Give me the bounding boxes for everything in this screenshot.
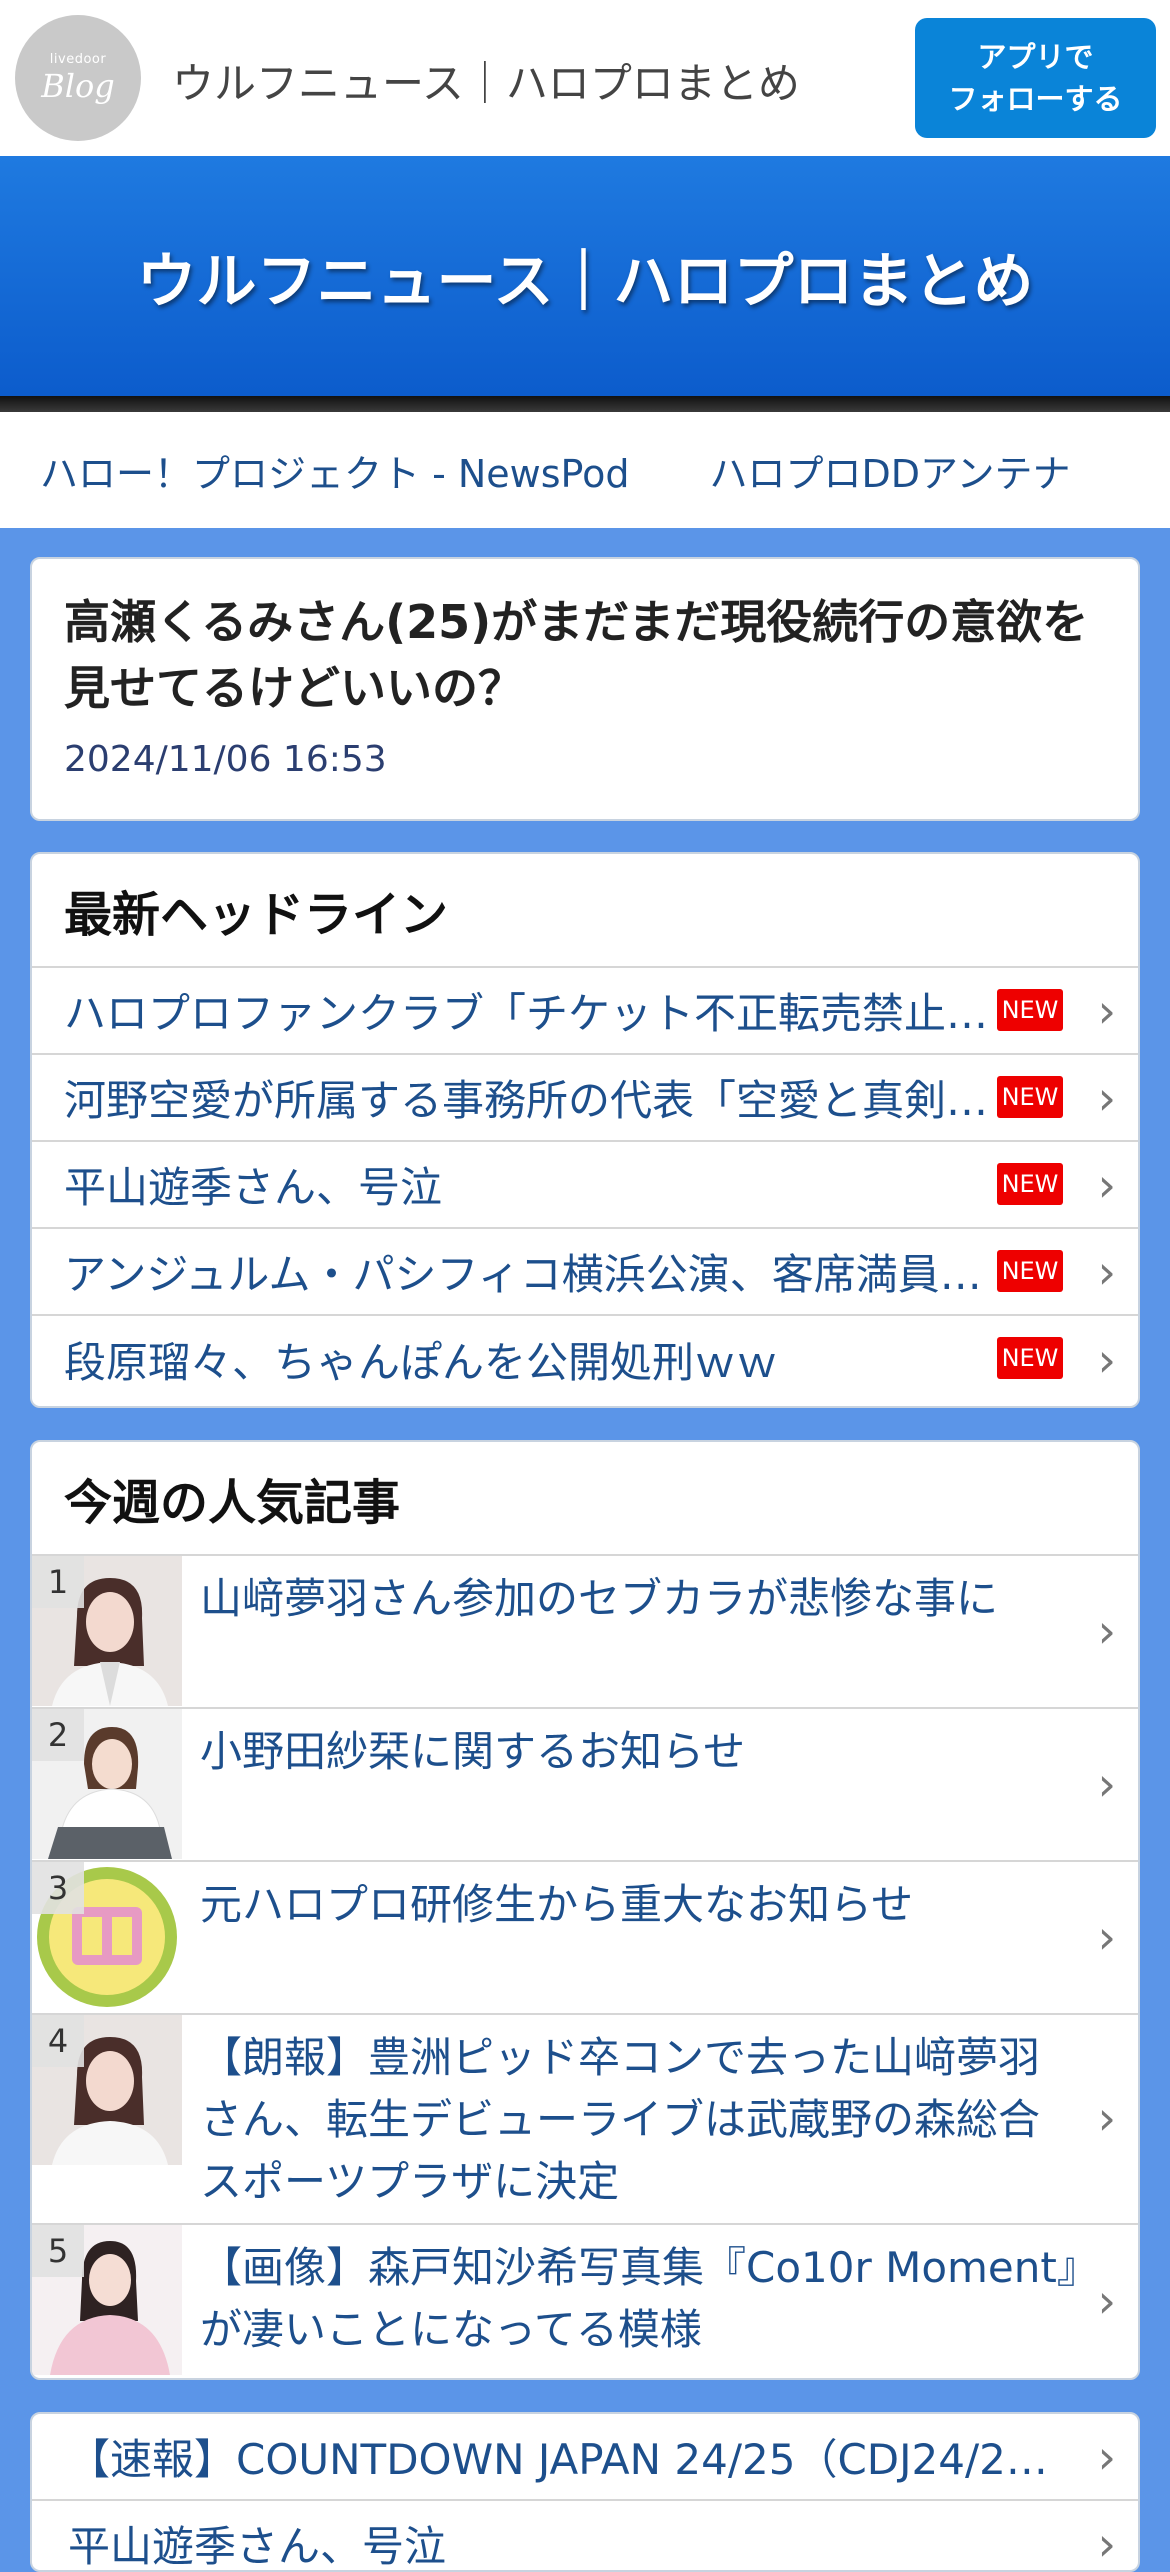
blog-banner[interactable]: ウルフニュース｜ハロプロまとめ: [0, 156, 1170, 396]
antenna-link-dd[interactable]: ハロプロDDアンテナ: [709, 443, 1070, 498]
article-header-card: 高瀬くるみさん(25)がまだまだ現役続行の意欲を見せてるけどいいの？ 2024/…: [30, 557, 1140, 821]
article-thumbnail: 1: [32, 1556, 182, 1706]
related-item[interactable]: 平山遊季さん、号泣 ›: [32, 2501, 1138, 2571]
headline-text: 河野空愛が所属する事務所の代表「空愛と真剣…: [64, 1076, 989, 1125]
chevron-right-icon: ›: [1097, 1756, 1116, 1811]
headline-text: 平山遊季さん、号泣: [64, 1163, 443, 1212]
banner-divider: [0, 396, 1170, 412]
follow-button-line1: アプリで: [977, 40, 1094, 74]
headline-text: アンジュルム・パシフィコ横浜公演、客席満員…: [64, 1250, 982, 1299]
follow-in-app-button[interactable]: アプリで フォローする: [915, 18, 1156, 138]
popular-item[interactable]: 5 【画像】森戸知沙希写真集『Co10r Moment』が凄いことになってる模様…: [32, 2225, 1138, 2378]
article-thumbnail: 5: [32, 2225, 182, 2375]
chevron-right-icon: ›: [1097, 1332, 1116, 1387]
chevron-right-icon: ›: [1097, 1070, 1116, 1125]
chevron-right-icon: ›: [1097, 1909, 1116, 1964]
related-item-text: 平山遊季さん、号泣: [68, 2522, 447, 2571]
rank-badge: 2: [32, 1709, 84, 1761]
popular-item[interactable]: 3 元ハロプロ研修生から重大なお知らせ ›: [32, 1862, 1138, 2015]
headline-item[interactable]: アンジュルム・パシフィコ横浜公演、客席満員… NEW ›: [32, 1229, 1138, 1316]
article-thumbnail: 2: [32, 1709, 182, 1859]
logo-small-text: livedoor: [49, 51, 107, 67]
headlines-heading: 最新ヘッドライン: [32, 854, 1138, 968]
new-badge: NEW: [997, 1250, 1063, 1292]
rank-badge: 3: [32, 1862, 84, 1914]
chevron-right-icon: ›: [1097, 2429, 1116, 2484]
popular-item-title: 元ハロプロ研修生から重大なお知らせ: [200, 1880, 914, 1929]
popular-item[interactable]: 4 【朗報】豊洲ピッド卒コンで去った山﨑夢羽さん、転生デビューライブは武蔵野の森…: [32, 2015, 1138, 2225]
popular-articles-card: 今週の人気記事 1 山﨑夢羽さん参加のセブカラが悲惨な事に › 2 小野田紗栞に…: [30, 1440, 1140, 2380]
headline-item[interactable]: ハロプロファンクラブ「チケット不正転売禁止… NEW ›: [32, 968, 1138, 1055]
rank-badge: 4: [32, 2015, 84, 2067]
rank-badge: 1: [32, 1556, 84, 1608]
popular-item[interactable]: 2 小野田紗栞に関するお知らせ ›: [32, 1709, 1138, 1862]
headline-text: ハロプロファンクラブ「チケット不正転売禁止…: [64, 989, 989, 1038]
chevron-right-icon: ›: [1097, 1603, 1116, 1658]
chevron-right-icon: ›: [1097, 2273, 1116, 2328]
banner-title: ウルフニュース｜ハロプロまとめ: [136, 246, 1034, 317]
article-thumbnail: 4: [32, 2015, 182, 2165]
new-badge: NEW: [997, 1076, 1063, 1118]
chevron-right-icon: ›: [1097, 2091, 1116, 2145]
new-badge: NEW: [997, 989, 1063, 1031]
popular-item-title: 小野田紗栞に関するお知らせ: [200, 1727, 746, 1776]
antenna-link-strip: ハロー！プロジェクト - NewsPod ハロプロDDアンテナ: [0, 412, 1170, 528]
popular-item[interactable]: 1 山﨑夢羽さん参加のセブカラが悲惨な事に ›: [32, 1556, 1138, 1709]
related-links-card: 【速報】COUNTDOWN JAPAN 24/25（CDJ24/2… › 平山遊…: [30, 2412, 1140, 2572]
headline-item[interactable]: 平山遊季さん、号泣 NEW ›: [32, 1142, 1138, 1229]
related-item-text: 【速報】COUNTDOWN JAPAN 24/25（CDJ24/2…: [68, 2435, 1048, 2484]
popular-item-title: 山﨑夢羽さん参加のセブカラが悲惨な事に: [200, 1574, 999, 1623]
rank-badge: 5: [32, 2225, 84, 2277]
logo-big-text: Blog: [41, 66, 115, 105]
headline-text: 段原瑠々、ちゃんぽんを公開処刑ｗｗ: [64, 1338, 779, 1387]
app-bar: livedoor Blog ウルフニュース｜ハロプロまとめ アプリで フォローす…: [0, 0, 1170, 156]
article-date: 2024/11/06 16:53: [64, 739, 387, 780]
article-thumbnail: 3: [32, 1862, 182, 2012]
new-badge: NEW: [997, 1337, 1063, 1379]
app-bar-title[interactable]: ウルフニュース｜ハロプロまとめ: [172, 50, 800, 111]
headline-item[interactable]: 河野空愛が所属する事務所の代表「空愛と真剣… NEW ›: [32, 1055, 1138, 1142]
antenna-link-newspod[interactable]: ハロー！プロジェクト - NewsPod: [40, 443, 629, 498]
new-badge: NEW: [997, 1163, 1063, 1205]
popular-heading: 今週の人気記事: [32, 1442, 1138, 1556]
chevron-right-icon: ›: [1097, 1244, 1116, 1299]
popular-item-title: 【画像】森戸知沙希写真集『Co10r Moment』が凄いことになってる模様: [200, 2243, 1078, 2354]
article-title: 高瀬くるみさん(25)がまだまだ現役続行の意欲を見せてるけどいいの？: [64, 595, 1089, 715]
latest-headlines-card: 最新ヘッドライン ハロプロファンクラブ「チケット不正転売禁止… NEW › 河野…: [30, 852, 1140, 1408]
chevron-right-icon: ›: [1097, 983, 1116, 1038]
related-item[interactable]: 【速報】COUNTDOWN JAPAN 24/25（CDJ24/2… ›: [32, 2414, 1138, 2501]
chevron-right-icon: ›: [1097, 1157, 1116, 1212]
chevron-right-icon: ›: [1097, 2516, 1116, 2571]
headline-item[interactable]: 段原瑠々、ちゃんぽんを公開処刑ｗｗ NEW ›: [32, 1316, 1138, 1403]
popular-item-title: 【朗報】豊洲ピッド卒コンで去った山﨑夢羽さん、転生デビューライブは武蔵野の森総合…: [200, 2033, 1041, 2206]
follow-button-line2: フォローする: [948, 82, 1123, 116]
livedoor-blog-logo[interactable]: livedoor Blog: [15, 15, 141, 141]
